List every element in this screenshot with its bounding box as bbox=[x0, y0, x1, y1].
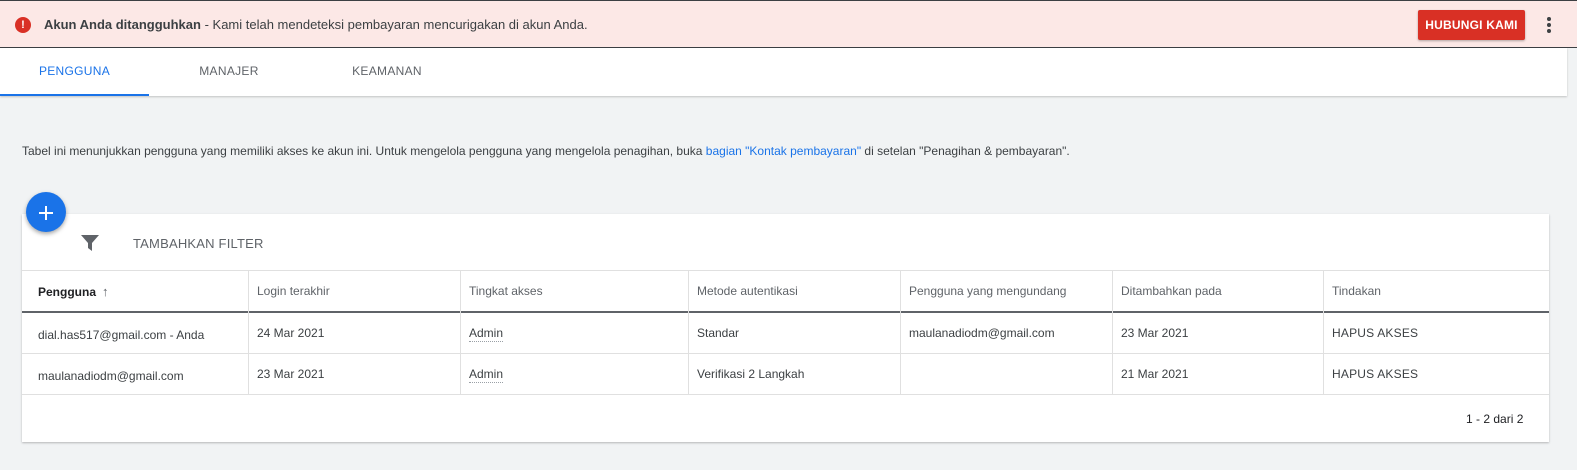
pagination-label: 1 - 2 dari 2 bbox=[1466, 412, 1524, 426]
table-cell-user: dial.has517@gmail.com - Anda bbox=[38, 328, 205, 342]
table-cell-last-login: 24 Mar 2021 bbox=[257, 326, 325, 340]
table-cell-inviter: maulanadiodm@gmail.com bbox=[909, 326, 1055, 340]
remove-access-button[interactable]: HAPUS AKSES bbox=[1332, 367, 1418, 381]
tab-managers[interactable]: MANAJER bbox=[164, 48, 294, 96]
column-header-auth-method[interactable]: Metode autentikasi bbox=[697, 284, 798, 298]
contact-us-button[interactable]: HUBUNGI KAMI bbox=[1418, 10, 1525, 40]
table-cell-auth-method: Verifikasi 2 Langkah bbox=[697, 367, 805, 381]
remove-access-button[interactable]: HAPUS AKSES bbox=[1332, 326, 1418, 340]
column-divider bbox=[1323, 270, 1324, 394]
column-header-last-login[interactable]: Login terakhir bbox=[257, 284, 330, 298]
table-cell-auth-method: Standar bbox=[697, 326, 740, 340]
column-divider bbox=[900, 270, 901, 394]
tab-users[interactable]: PENGGUNA bbox=[0, 48, 149, 96]
row-divider bbox=[22, 353, 1549, 354]
column-header-access-level[interactable]: Tingkat akses bbox=[469, 284, 543, 298]
column-divider bbox=[460, 270, 461, 394]
table-cell-added-on: 23 Mar 2021 bbox=[1121, 326, 1189, 340]
arrow-up-icon: ↑ bbox=[102, 284, 109, 299]
table-header-border bbox=[22, 311, 1549, 313]
alert-message: Akun Anda ditangguhkan - Kami telah mend… bbox=[44, 17, 588, 32]
column-header-inviter[interactable]: Pengguna yang mengundang bbox=[909, 284, 1066, 298]
add-user-button[interactable] bbox=[26, 192, 66, 232]
table-cell-added-on: 21 Mar 2021 bbox=[1121, 367, 1189, 381]
table-cell-user: maulanadiodm@gmail.com bbox=[38, 369, 184, 383]
column-divider bbox=[688, 270, 689, 394]
description-text-end: di setelan "Penagihan & pembayaran". bbox=[861, 144, 1070, 158]
column-header-added-on[interactable]: Ditambahkan pada bbox=[1121, 284, 1222, 298]
table-cell-access-level[interactable]: Admin bbox=[469, 326, 504, 342]
tab-security[interactable]: KEAMANAN bbox=[322, 48, 452, 96]
column-header-user[interactable]: Pengguna ↑ bbox=[38, 284, 109, 299]
column-divider bbox=[1112, 270, 1113, 394]
column-divider bbox=[248, 270, 249, 394]
plus-icon bbox=[39, 206, 53, 220]
table-top-border bbox=[22, 270, 1549, 271]
table-cell-access-level[interactable]: Admin bbox=[469, 367, 504, 383]
description-text: Tabel ini menunjukkan pengguna yang memi… bbox=[22, 144, 706, 158]
tab-bar: PENGGUNA MANAJER KEAMANAN bbox=[0, 48, 1567, 96]
suspension-alert-bar: ! Akun Anda ditangguhkan - Kami telah me… bbox=[0, 0, 1577, 48]
filter-icon[interactable] bbox=[81, 235, 99, 251]
add-filter-button[interactable]: TAMBAHKAN FILTER bbox=[133, 236, 264, 251]
table-bottom-border bbox=[22, 394, 1549, 395]
table-cell-last-login: 23 Mar 2021 bbox=[257, 367, 325, 381]
billing-contacts-link[interactable]: bagian "Kontak pembayaran" bbox=[706, 144, 861, 158]
column-header-actions: Tindakan bbox=[1332, 284, 1381, 298]
alert-title: Akun Anda ditangguhkan bbox=[44, 17, 201, 32]
alert-body: - Kami telah mendeteksi pembayaran mencu… bbox=[200, 17, 588, 32]
page-description: Tabel ini menunjukkan pengguna yang memi… bbox=[22, 144, 1070, 158]
more-options-icon[interactable] bbox=[1541, 15, 1557, 37]
column-header-label: Pengguna bbox=[38, 285, 97, 299]
error-icon: ! bbox=[15, 17, 31, 33]
